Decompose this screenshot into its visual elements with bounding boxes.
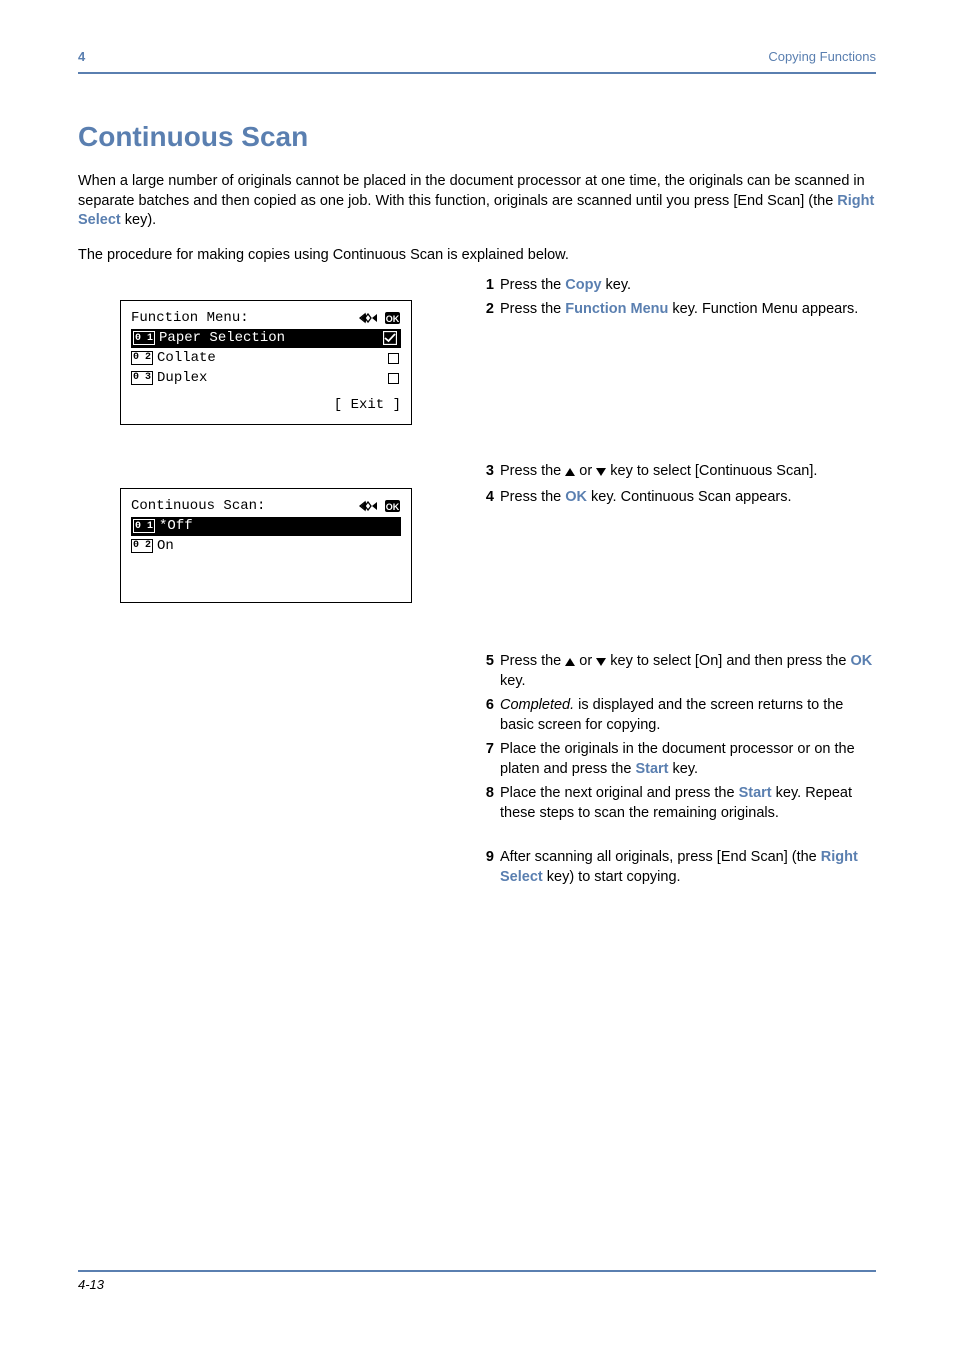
step-6-num: 6: [472, 696, 494, 716]
lcd1-row2-label: Collate: [157, 349, 384, 368]
lcd2-row1-label: *Off: [159, 517, 399, 536]
lcd2-row1: 0 1 *Off: [131, 517, 401, 536]
page-header-right: Copying Functions: [768, 48, 876, 66]
check-icon: [383, 331, 399, 345]
step-2a: Press the: [500, 301, 565, 317]
intro-p2: The procedure for making copies using Co…: [78, 246, 876, 266]
step-4: Press the OK key. Continuous Scan appear…: [500, 488, 876, 508]
lcd-continuous-scan: Continuous Scan: OK 0 1 *Off 0 2 On: [120, 488, 412, 603]
lcd1-row2-num: 0 2: [131, 351, 153, 365]
lcd1-row1-num: 0 1: [133, 331, 155, 345]
up-triangle-icon: [565, 658, 575, 666]
lcd1-row3-label: Duplex: [157, 369, 384, 388]
lcd2-header: Continuous Scan: OK: [131, 497, 401, 516]
step-9a: After scanning all originals, press [End…: [500, 849, 821, 865]
lcd2-row2-num: 0 2: [131, 539, 153, 553]
step-1: Press the Copy key.: [500, 276, 876, 296]
step-1-num: 1: [472, 276, 494, 296]
step-7: Place the originals in the document proc…: [500, 740, 876, 779]
step-8-num: 8: [472, 784, 494, 804]
step-1c: key.: [602, 277, 632, 293]
step-9c: key) to start copying.: [543, 869, 681, 885]
step-8: Place the next original and press the St…: [500, 784, 876, 823]
lcd1-row1: 0 1 Paper Selection: [131, 329, 401, 348]
lcd1-title: Function Menu:: [131, 309, 249, 328]
step-1a: Press the: [500, 277, 565, 293]
step-7b: Start: [635, 761, 668, 777]
step-6: Completed. is displayed and the screen r…: [500, 696, 876, 735]
step-2: Press the Function Menu key. Function Me…: [500, 300, 876, 320]
step-7c: key.: [668, 761, 698, 777]
step-4-num: 4: [472, 488, 494, 508]
down-triangle-icon: [596, 658, 606, 666]
intro-text: When a large number of originals cannot …: [78, 172, 876, 231]
top-divider: [78, 72, 876, 74]
step-2c: key. Function Menu appears.: [668, 301, 858, 317]
lcd1-header: Function Menu: OK: [131, 309, 401, 328]
step-5-num: 5: [472, 652, 494, 672]
intro-p1: When a large number of originals cannot …: [78, 172, 876, 231]
step-9: After scanning all originals, press [End…: [500, 848, 876, 887]
step-3-num: 3: [472, 462, 494, 482]
lcd2-row1-num: 0 1: [133, 519, 155, 533]
square-icon: [388, 373, 401, 384]
step-5: Press the or key to select [On] and then…: [500, 652, 876, 691]
step-2b: Function Menu: [565, 301, 668, 317]
step-8b: Start: [739, 785, 772, 801]
lcd2-row2-label: On: [157, 537, 401, 556]
nav-ok-icon: OK: [357, 311, 401, 325]
step-5b: OK: [850, 653, 872, 669]
down-triangle-icon: [596, 468, 606, 476]
lcd2-row2: 0 2 On: [131, 537, 401, 556]
bottom-divider: [78, 1270, 876, 1272]
svg-text:OK: OK: [386, 314, 400, 324]
step-4c: key. Continuous Scan appears.: [587, 489, 791, 505]
step-4b: OK: [565, 489, 587, 505]
page-title: Continuous Scan: [78, 118, 308, 156]
lcd1-footer: [ Exit ]: [131, 396, 401, 415]
lcd1-row2: 0 2 Collate: [131, 349, 401, 368]
up-triangle-icon: [565, 468, 575, 476]
nav-ok-icon: OK: [357, 499, 401, 513]
lcd-function-menu: Function Menu: OK 0 1 Paper Selection 0 …: [120, 300, 412, 425]
page-header-left: 4: [78, 48, 85, 66]
page-footer: 4-13: [78, 1276, 104, 1294]
step-3: Press the or key to select [Continuous S…: [500, 462, 876, 482]
step-9-num: 9: [472, 848, 494, 868]
step-6a: Completed.: [500, 697, 574, 713]
step-4a: Press the: [500, 489, 565, 505]
step-8a: Place the next original and press the: [500, 785, 739, 801]
svg-text:OK: OK: [386, 502, 400, 512]
lcd1-row1-label: Paper Selection: [159, 329, 379, 348]
lcd1-row3: 0 3 Duplex: [131, 369, 401, 388]
square-icon: [388, 353, 401, 364]
procedure-lead: The procedure for making copies using Co…: [78, 246, 876, 266]
lcd1-row3-num: 0 3: [131, 371, 153, 385]
step-1b: Copy: [565, 277, 601, 293]
step-7-num: 7: [472, 740, 494, 760]
intro-p1a: When a large number of originals cannot …: [78, 173, 865, 209]
intro-p1c: key).: [121, 212, 156, 228]
step-5c: key.: [500, 673, 526, 689]
step-2-num: 2: [472, 300, 494, 320]
lcd2-title: Continuous Scan:: [131, 497, 265, 516]
